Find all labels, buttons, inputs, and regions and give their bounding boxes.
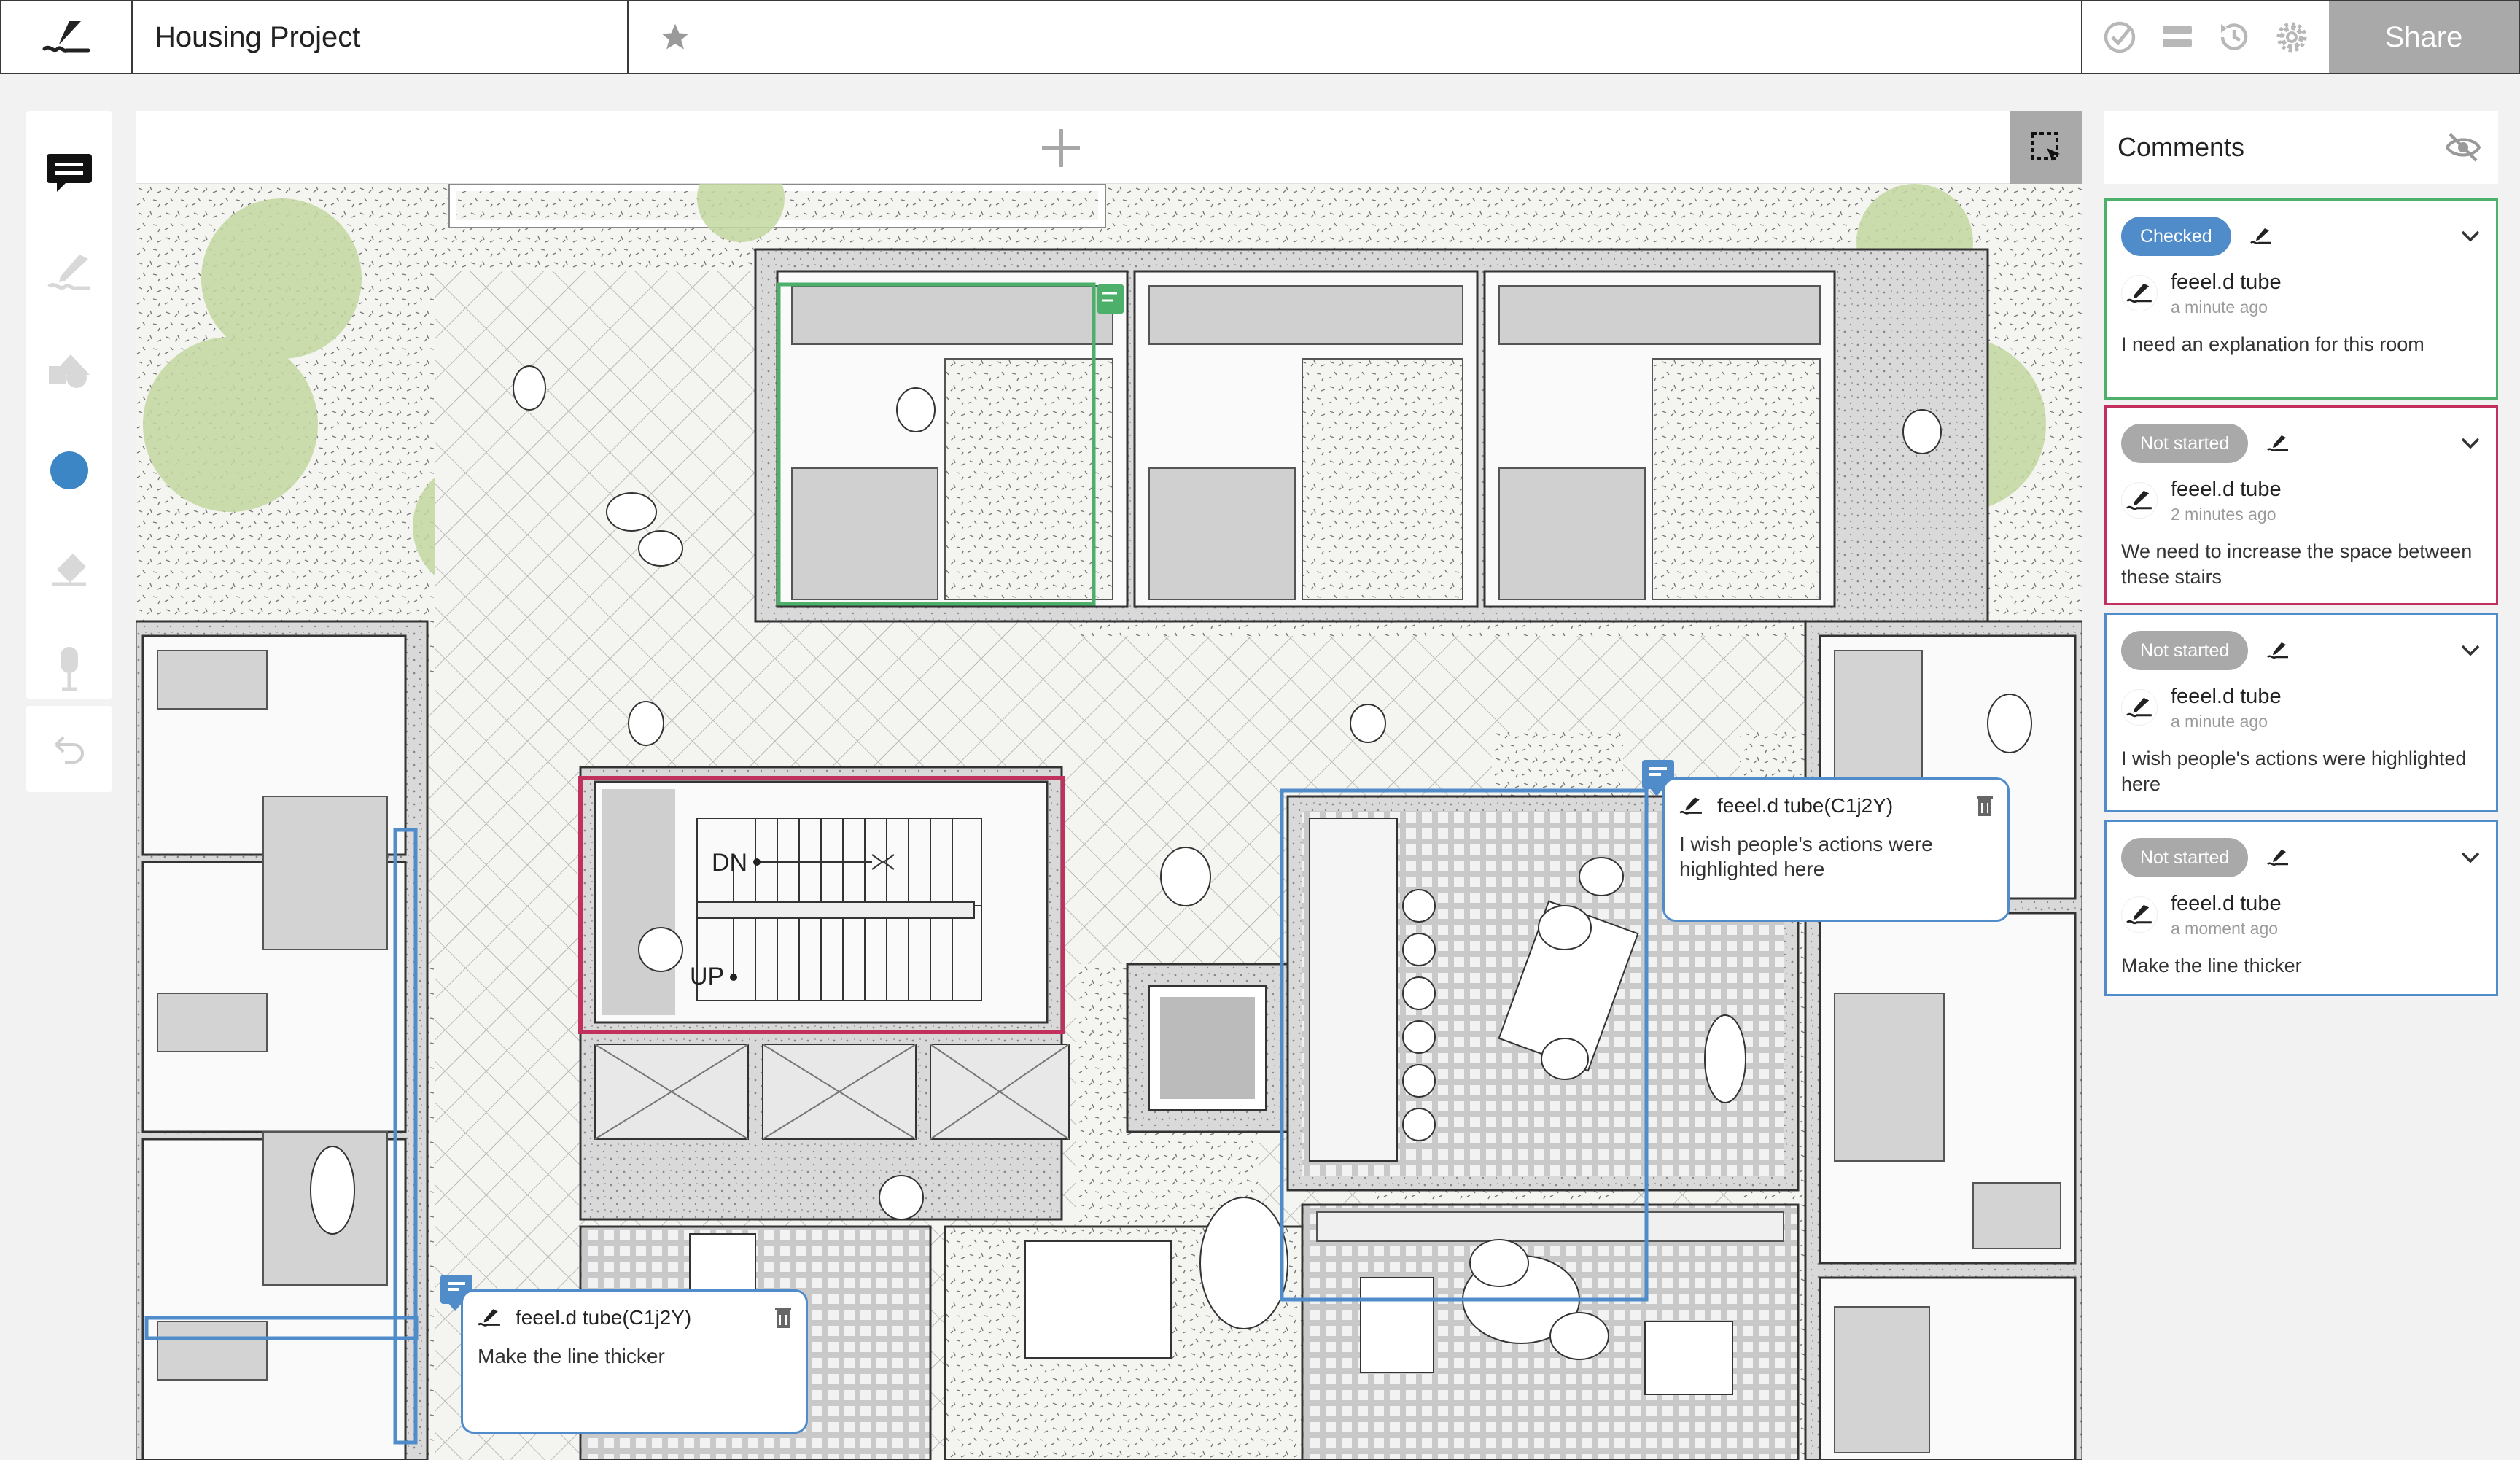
trash-icon[interactable] [1977,796,1993,816]
stair-label-dn: DN [712,849,747,877]
shapes-icon [49,354,90,389]
eye-off-icon[interactable] [2446,133,2481,162]
plus-icon [1042,129,1080,167]
pen-tool[interactable] [40,242,98,303]
avatar [2121,689,2158,726]
comments-panel-header: Comments [2104,111,2498,184]
voice-tool[interactable] [40,637,98,699]
avatar [2121,482,2158,519]
gear-icon[interactable] [2274,20,2309,55]
comment-text: Make the line thicker [2121,955,2302,976]
undo-icon [55,736,84,764]
pen-signature-icon [2126,490,2152,510]
pen-signature-icon [2126,283,2152,303]
popup-text: Make the line thicker [478,1345,665,1367]
star-icon[interactable] [659,21,691,53]
comment-card[interactable]: Not started feeel.d tube a minute ago I wis… [2104,613,2498,812]
chevron-down-icon[interactable] [2459,436,2481,451]
pen-signature-icon [2267,642,2289,659]
comment-timestamp: a minute ago [2171,712,2268,731]
comment-tool[interactable] [40,143,98,204]
comment-text: I wish people's actions were highlighted… [2121,748,2467,795]
comment-timestamp: 2 minutes ago [2171,505,2276,524]
logo-signature-icon [42,21,90,53]
select-tool-button[interactable] [2010,111,2082,184]
layers-icon[interactable] [2160,20,2195,55]
comment-timestamp: a moment ago [2171,919,2279,938]
comment-author: feeel.d tube [2171,478,2282,501]
comment-icon [47,153,92,192]
add-button[interactable] [1034,121,1088,175]
comment-author: feeel.d tube [2171,271,2282,294]
pen-signature-icon [478,1309,500,1327]
history-icon[interactable] [2217,20,2252,55]
pen-icon [47,254,90,290]
check-circle-icon[interactable] [2102,20,2137,55]
project-title[interactable]: Housing Project [133,1,629,73]
pen-signature-icon [1679,797,1702,815]
comment-card[interactable]: Checked feeel.d tube a minute ago I need an… [2104,198,2498,400]
drawing-canvas[interactable]: DN UP feeel.d tube(C1j2Y) I wish people'… [136,184,2082,1460]
microphone-icon [61,647,78,691]
pen-signature-icon [2267,850,2289,866]
status-badge[interactable]: Checked [2121,217,2231,256]
tool-palette [26,111,112,699]
comment-text: I need an explanation for this room [2121,333,2424,355]
eraser-tool[interactable] [40,539,98,600]
pen-signature-icon [2267,435,2289,451]
comment-text: We need to increase the space between th… [2121,540,2473,588]
avatar [2121,275,2158,311]
top-bar: Housing Project Share [0,0,2520,74]
popup-author: feeel.d tube(C1j2Y) [1717,794,1894,817]
active-color-dot [50,451,88,489]
avatar [2121,896,2158,933]
share-button[interactable]: Share [2329,1,2519,73]
stair-label-up: UP [690,963,724,990]
marquee-select-icon [2031,132,2060,161]
comment-card[interactable]: Not started feeel.d tube 2 minutes ago We n… [2104,405,2498,605]
eraser-icon [52,553,86,586]
comments-title: Comments [2118,132,2245,162]
status-badge[interactable]: Not started [2121,631,2249,670]
pen-signature-icon [2249,228,2271,244]
top-toolbar [2081,1,2329,73]
pen-signature-icon [2126,697,2152,718]
chevron-down-icon[interactable] [2459,643,2481,658]
trash-icon[interactable] [775,1308,791,1328]
canvas-toolbar [136,111,2082,184]
popup-text: I wish people's actions were highlighted… [1679,833,1933,880]
comment-popup[interactable]: feeel.d tube(C1j2Y) Make the line thicke… [461,1289,808,1434]
status-badge[interactable]: Not started [2121,838,2249,877]
comment-author: feeel.d tube [2171,685,2282,708]
chevron-down-icon[interactable] [2459,229,2481,244]
status-badge[interactable]: Not started [2121,424,2249,463]
comment-popup[interactable]: feeel.d tube(C1j2Y) I wish people's acti… [1662,777,2010,922]
chevron-down-icon[interactable] [2459,850,2481,865]
app-logo[interactable] [1,1,133,73]
pen-signature-icon [2126,904,2152,925]
popup-author: feeel.d tube(C1j2Y) [516,1306,692,1329]
comment-timestamp: a minute ago [2171,298,2268,317]
shapes-tool[interactable] [40,341,98,402]
color-swatch[interactable] [40,440,98,501]
comment-author: feeel.d tube [2171,892,2282,915]
undo-button[interactable] [26,706,112,792]
comment-card[interactable]: Not started feeel.d tube a moment ago Make … [2104,820,2498,996]
